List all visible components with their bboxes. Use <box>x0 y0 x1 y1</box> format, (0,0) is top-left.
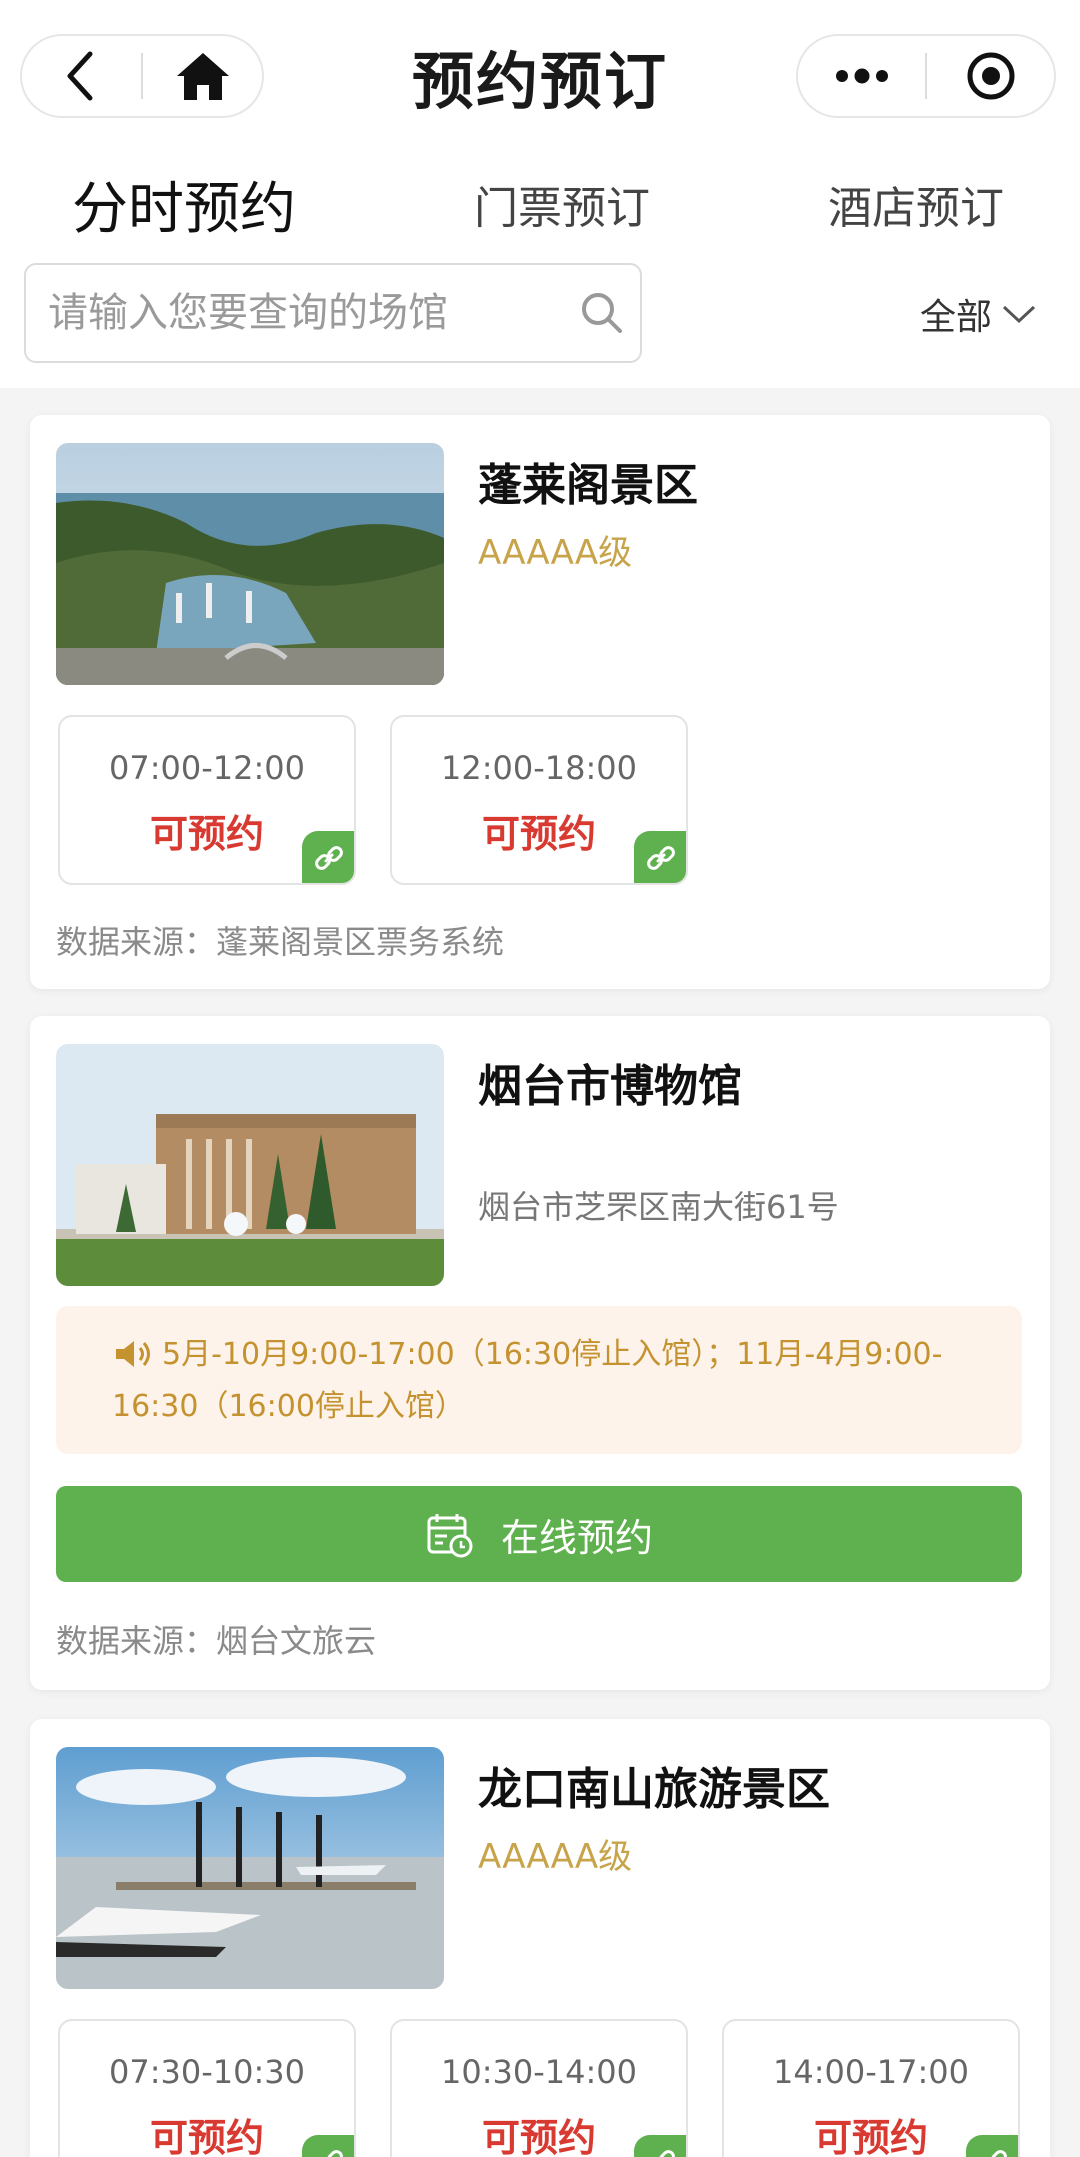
slot-time: 07:00-12:00 <box>109 749 305 787</box>
book-online-label: 在线预约 <box>500 1515 653 1560</box>
notice-text-2: 16:30（16:00停止入馆） <box>112 1389 465 1424</box>
slot-time: 07:30-10:30 <box>109 2053 305 2091</box>
calendar-clock-icon <box>425 1510 473 1558</box>
link-icon <box>659 2150 675 2157</box>
top-bar: 预约预订 <box>0 0 1080 148</box>
data-source: 数据来源：蓬莱阁景区票务系统 <box>56 923 505 961</box>
notice-text-1: 5月-10月9:00-17:00（16:30停止入馆）；11月-4月9:00- <box>162 1337 943 1372</box>
venue-card[interactable]: 烟台市博物馆 烟台市芝罘区南大街61号 5月-10月9:00-17:00（16:… <box>30 1016 1050 1690</box>
time-slot[interactable]: 10:30-14:00 可预约 <box>390 2019 688 2157</box>
search-row: 全部 <box>0 260 1080 388</box>
back-button[interactable] <box>22 36 141 116</box>
nav-capsule <box>20 34 264 118</box>
book-online-button[interactable]: 在线预约 <box>56 1486 1022 1582</box>
venue-photo <box>56 1747 444 1989</box>
tab-ticket-booking[interactable]: 门票预订 <box>474 148 650 260</box>
venue-name: 烟台市博物馆 <box>478 1061 742 1112</box>
back-arrow-icon <box>67 51 92 101</box>
home-button[interactable] <box>143 36 262 116</box>
link-icon <box>327 2150 343 2157</box>
link-icon <box>315 846 343 870</box>
link-badge <box>634 2135 686 2157</box>
venue-level: AAAAA级 <box>478 1837 633 1877</box>
opening-hours-notice: 5月-10月9:00-17:00（16:30停止入馆）；11月-4月9:00- … <box>56 1306 1022 1454</box>
tab-bar: 分时预约 门票预订 酒店预订 <box>0 148 1080 260</box>
venue-name: 龙口南山旅游景区 <box>478 1764 830 1815</box>
slot-time: 14:00-17:00 <box>773 2053 969 2091</box>
venue-level: AAAAA级 <box>478 533 633 573</box>
miniprogram-capsule <box>796 34 1056 118</box>
close-miniprogram-button[interactable] <box>927 36 1054 116</box>
link-icon <box>647 846 675 870</box>
link-badge <box>302 2135 354 2157</box>
venue-card[interactable]: 蓬莱阁景区 AAAAA级 07:00-12:00 可预约 12:00-18:00… <box>30 415 1050 989</box>
link-badge <box>302 831 354 883</box>
time-slot[interactable]: 07:00-12:00 可预约 <box>58 715 356 885</box>
notice-line-1: 5月-10月9:00-17:00（16:30停止入馆）；11月-4月9:00- <box>114 1332 992 1384</box>
time-slot[interactable]: 07:30-10:30 可预约 <box>58 2019 356 2157</box>
link-badge <box>634 831 686 883</box>
filter-label: 全部 <box>920 297 993 338</box>
chevron-down-icon <box>1002 305 1036 324</box>
venue-photo <box>56 1044 444 1286</box>
link-badge <box>966 2135 1018 2157</box>
venue-name: 蓬莱阁景区 <box>478 460 698 511</box>
page-title: 预约预订 <box>411 45 668 118</box>
slot-time: 12:00-18:00 <box>441 749 637 787</box>
category-filter[interactable]: 全部 <box>920 284 1036 344</box>
search-box <box>24 263 642 363</box>
tab-hotel-booking[interactable]: 酒店预订 <box>828 148 1004 260</box>
target-icon <box>967 52 1014 100</box>
link-icon <box>991 2150 1007 2157</box>
time-slot[interactable]: 14:00-17:00 可预约 <box>722 2019 1020 2157</box>
search-icon[interactable] <box>564 291 640 335</box>
data-source: 数据来源：烟台文旅云 <box>56 1622 377 1660</box>
venue-photo <box>56 443 444 685</box>
slot-time: 10:30-14:00 <box>441 2053 637 2091</box>
time-slot[interactable]: 12:00-18:00 可预约 <box>390 715 688 885</box>
home-icon <box>176 53 229 100</box>
search-input[interactable] <box>48 290 564 336</box>
more-button[interactable] <box>798 36 925 116</box>
venue-address: 烟台市芝罘区南大街61号 <box>478 1188 839 1226</box>
speaker-icon <box>114 1338 154 1384</box>
more-dots-icon <box>835 68 888 84</box>
venue-card[interactable]: 龙口南山旅游景区 AAAAA级 07:30-10:30 可预约 10:30-14… <box>30 1719 1050 2157</box>
tab-timed-booking[interactable]: 分时预约 <box>72 148 296 260</box>
